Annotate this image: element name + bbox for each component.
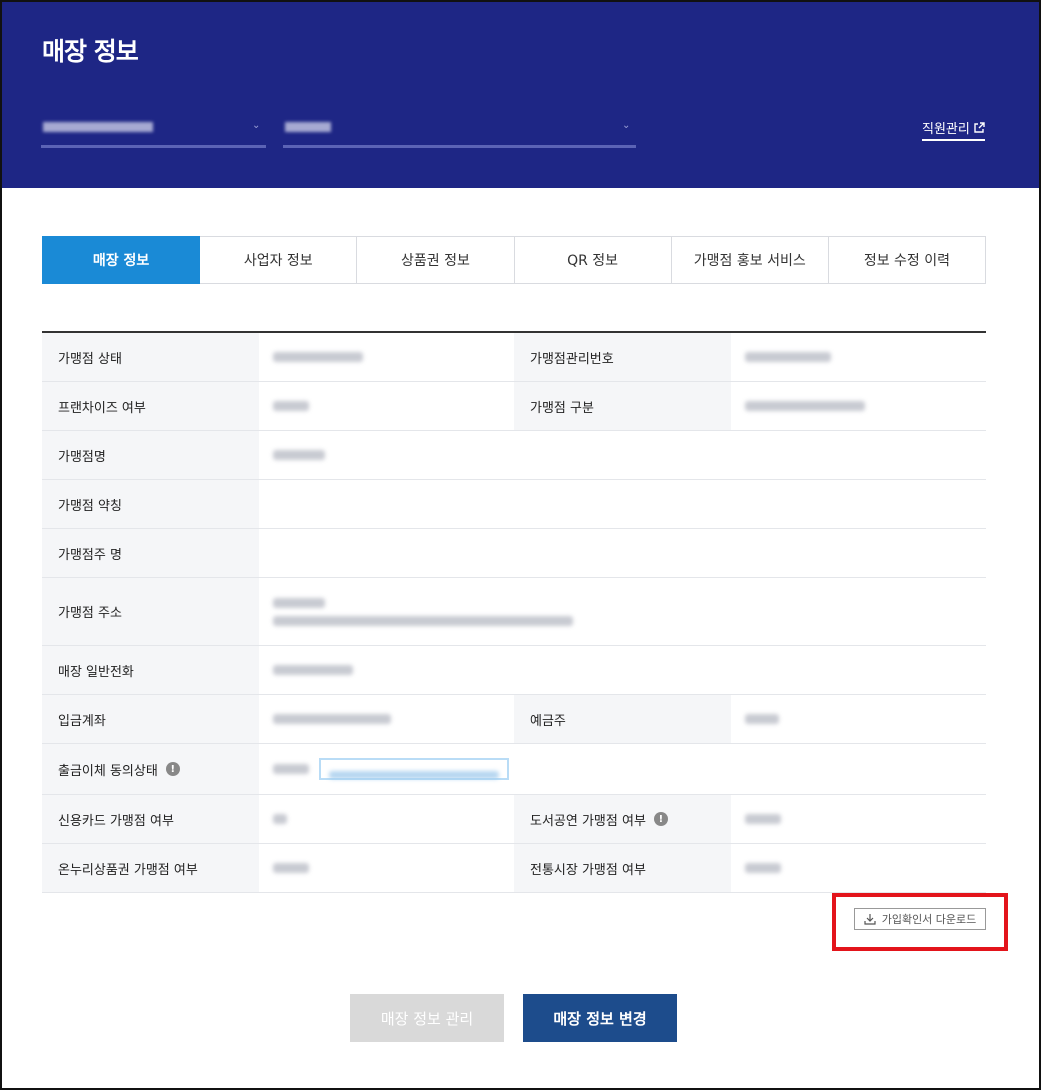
value-phone <box>259 646 986 694</box>
label-depositor: 예금주 <box>514 695 731 743</box>
label-category: 가맹점 구분 <box>514 382 731 430</box>
table-row: 가맹점주 명 <box>42 529 986 578</box>
blurred-value <box>43 122 153 132</box>
value-status <box>259 333 514 381</box>
store-info-table: 가맹점 상태 가맹점관리번호 프랜차이즈 여부 가맹점 구분 가맹점명 가맹점 … <box>42 331 986 893</box>
table-row: 프랜차이즈 여부 가맹점 구분 <box>42 382 986 431</box>
change-store-info-button[interactable]: 매장 정보 변경 <box>523 994 677 1042</box>
label-status: 가맹점 상태 <box>42 333 259 381</box>
value-franchise <box>259 382 514 430</box>
label-address: 가맹점 주소 <box>42 578 259 645</box>
blurred-value <box>285 122 331 132</box>
value-depositor <box>731 695 986 743</box>
label-phone: 매장 일반전화 <box>42 646 259 694</box>
withdraw-label-text: 출금이체 동의상태 <box>58 763 158 779</box>
page-title: 매장 정보 <box>42 37 139 66</box>
label-abbr: 가맹점 약칭 <box>42 480 259 528</box>
value-category <box>731 382 986 430</box>
table-row: 신용카드 가맹점 여부 도서공연 가맹점 여부 ! <box>42 795 986 844</box>
value-mgmt-no <box>731 333 986 381</box>
table-row: 온누리상품권 가맹점 여부 전통시장 가맹점 여부 <box>42 844 986 893</box>
value-credit-card <box>259 795 514 843</box>
tab-business-info[interactable]: 사업자 정보 <box>200 236 358 284</box>
table-row: 가맹점 상태 가맹점관리번호 <box>42 333 986 382</box>
download-icon <box>864 914 876 925</box>
label-owner: 가맹점주 명 <box>42 529 259 577</box>
label-account: 입금계좌 <box>42 695 259 743</box>
label-culture: 도서공연 가맹점 여부 ! <box>514 795 731 843</box>
table-row: 매장 일반전화 <box>42 646 986 695</box>
table-row: 출금이체 동의상태 ! <box>42 744 986 795</box>
table-row: 가맹점 주소 <box>42 578 986 646</box>
label-credit-card: 신용카드 가맹점 여부 <box>42 795 259 843</box>
value-culture <box>731 795 986 843</box>
download-confirmation-button[interactable]: 가입확인서 다운로드 <box>854 908 986 930</box>
table-row: 가맹점명 <box>42 431 986 480</box>
download-label: 가입확인서 다운로드 <box>881 913 977 926</box>
external-link-icon <box>974 121 985 133</box>
tab-voucher-info[interactable]: 상품권 정보 <box>357 236 515 284</box>
chevron-down-icon: ⌄ <box>252 120 261 131</box>
label-onnuri: 온누리상품권 가맹점 여부 <box>42 844 259 892</box>
info-icon[interactable]: ! <box>165 762 180 776</box>
chevron-down-icon: ⌄ <box>622 120 631 131</box>
value-owner <box>259 529 986 577</box>
value-account <box>259 695 514 743</box>
tab-edit-history[interactable]: 정보 수정 이력 <box>828 236 987 284</box>
tab-store-info[interactable]: 매장 정보 <box>42 236 201 284</box>
culture-label-text: 도서공연 가맹점 여부 <box>530 813 646 829</box>
store-select-2[interactable]: ⌄ <box>283 114 636 148</box>
value-name <box>259 431 986 479</box>
manage-store-info-button[interactable]: 매장 정보 관리 <box>350 994 504 1042</box>
staff-management-link[interactable]: 직원관리 <box>922 118 985 141</box>
value-market <box>731 844 986 892</box>
tab-bar: 매장 정보 사업자 정보 상품권 정보 QR 정보 가맹점 홍보 서비스 정보 … <box>42 236 987 284</box>
label-name: 가맹점명 <box>42 431 259 479</box>
tab-promo-service[interactable]: 가맹점 홍보 서비스 <box>671 236 829 284</box>
label-mgmt-no: 가맹점관리번호 <box>514 333 731 381</box>
store-select-1[interactable]: ⌄ <box>41 114 266 148</box>
label-franchise: 프랜차이즈 여부 <box>42 382 259 430</box>
value-withdraw-consent <box>259 744 986 794</box>
tab-qr-info[interactable]: QR 정보 <box>514 236 672 284</box>
withdraw-consent-box[interactable] <box>319 758 509 780</box>
table-row: 가맹점 약칭 <box>42 480 986 529</box>
info-icon[interactable]: ! <box>653 812 668 826</box>
value-abbr <box>259 480 986 528</box>
table-row: 입금계좌 예금주 <box>42 695 986 744</box>
label-market: 전통시장 가맹점 여부 <box>514 844 731 892</box>
value-onnuri <box>259 844 514 892</box>
staff-link-label: 직원관리 <box>922 122 970 137</box>
label-withdraw-consent: 출금이체 동의상태 ! <box>42 744 259 794</box>
header: 매장 정보 ⌄ ⌄ 직원관리 <box>2 2 1039 188</box>
value-address <box>259 578 986 645</box>
